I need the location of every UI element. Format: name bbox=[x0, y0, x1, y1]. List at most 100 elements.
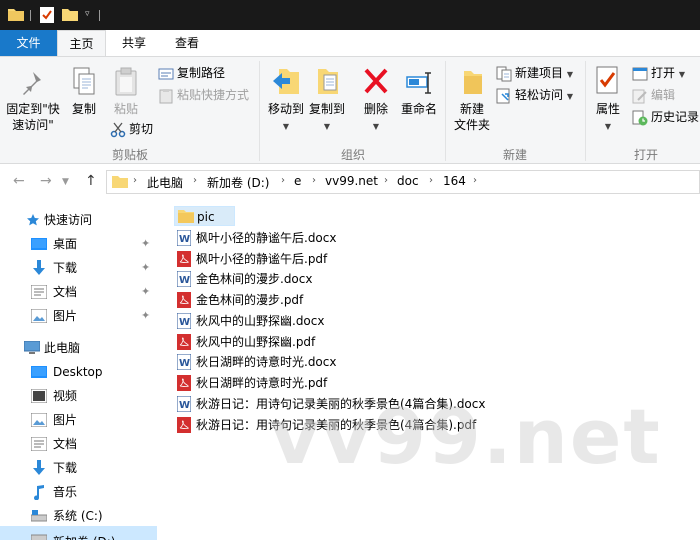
desktop-icon bbox=[31, 366, 47, 378]
breadcrumb-doc[interactable]: doc bbox=[397, 174, 419, 188]
history-button[interactable]: 历史记录 bbox=[632, 107, 699, 127]
file-name: 枫叶小径的静谧午后.pdf bbox=[196, 252, 328, 266]
drive-icon bbox=[31, 534, 47, 540]
nav-item-pictures[interactable]: 图片 ✦ bbox=[31, 305, 157, 327]
pin-icon[interactable]: ✦ bbox=[141, 257, 150, 279]
breadcrumb-chevron-icon[interactable]: › bbox=[312, 175, 316, 186]
ribbon-tabs: 文件 主页 共享 查看 bbox=[0, 30, 700, 57]
ribbon-home: 固定到"快速访问" 复制 粘贴 复制路径 粘贴快捷方式 剪切 剪贴板 移动到 ▼ bbox=[0, 56, 700, 164]
breadcrumb-this-pc[interactable]: 此电脑 bbox=[147, 174, 183, 191]
copy-to-label: 复制到 bbox=[308, 102, 345, 116]
new-folder-button[interactable]: 新建 文件夹 bbox=[450, 65, 494, 133]
toolbar-separator bbox=[30, 10, 31, 21]
breadcrumb-chevron-icon[interactable]: › bbox=[133, 175, 137, 186]
cut-button[interactable]: 剪切 bbox=[110, 119, 153, 139]
properties-label: 属性 bbox=[595, 102, 620, 116]
new-item-label: 新建项目 bbox=[515, 66, 564, 80]
chevron-down-icon: ▼ bbox=[678, 70, 685, 79]
open-button[interactable]: 打开 ▼ bbox=[632, 63, 685, 83]
nav-item-label: 下载 bbox=[53, 261, 78, 275]
easy-access-button[interactable]: 轻松访问 ▼ bbox=[496, 85, 573, 105]
back-arrow-icon[interactable]: ← bbox=[13, 173, 25, 189]
move-to-icon bbox=[273, 69, 299, 94]
ribbon-group-separator bbox=[585, 61, 586, 161]
properties-icon bbox=[596, 66, 618, 94]
copy-label: 复制 bbox=[71, 102, 96, 116]
file-name: 秋日湖畔的诗意时光.docx bbox=[196, 355, 337, 369]
rename-label: 重命名 bbox=[400, 102, 437, 116]
nav-item-downloads[interactable]: 下载 ✦ bbox=[31, 257, 157, 279]
breadcrumb-164[interactable]: 164 bbox=[443, 174, 466, 188]
documents-icon bbox=[31, 285, 47, 299]
nav-item-desktop[interactable]: 桌面 ✦ bbox=[31, 233, 157, 255]
breadcrumb-drive-d[interactable]: 新加卷 (D:) bbox=[207, 174, 269, 191]
word-document-icon: W bbox=[177, 354, 191, 370]
system-drive-icon bbox=[31, 510, 47, 522]
breadcrumb-vv99[interactable]: vv99.net bbox=[325, 174, 378, 188]
navigation-bar: ← → ▼ ↑ › 此电脑 › 新加卷 (D:) › e › vv99.net … bbox=[0, 165, 700, 199]
up-arrow-icon[interactable]: ↑ bbox=[85, 173, 97, 189]
nav-item-label: 系统 (C:) bbox=[53, 509, 103, 523]
pin-quick-access-label: 固定到"快速访问" bbox=[6, 102, 60, 132]
nav-item-documents[interactable]: 文档 ✦ bbox=[31, 281, 157, 303]
paste-shortcut-button[interactable]: 粘贴快捷方式 bbox=[158, 85, 249, 105]
copy-to-button[interactable]: 复制到 ▼ bbox=[307, 65, 347, 135]
folder-icon bbox=[178, 210, 194, 223]
clipboard-group-label: 剪贴板 bbox=[111, 148, 148, 162]
new-folder-icon[interactable] bbox=[62, 7, 78, 24]
rename-button[interactable]: 重命名 bbox=[398, 65, 440, 117]
edit-label: 编辑 bbox=[651, 88, 676, 102]
toolbar-separator bbox=[99, 10, 100, 21]
nav-item-label: 音乐 bbox=[53, 485, 78, 499]
copy-path-label: 复制路径 bbox=[177, 66, 226, 80]
paste-icon bbox=[115, 67, 137, 96]
svg-text:W: W bbox=[179, 275, 190, 286]
new-item-button[interactable]: 新建项目 ▼ bbox=[496, 63, 573, 83]
paste-button[interactable]: 粘贴 bbox=[110, 67, 142, 117]
list-item-folder[interactable]: pic bbox=[174, 206, 235, 226]
breadcrumb-chevron-icon[interactable]: › bbox=[473, 175, 477, 186]
properties-check-icon[interactable] bbox=[40, 7, 54, 26]
nav-item-label: 视频 bbox=[53, 389, 78, 403]
nav-quick-access-label: 快速访问 bbox=[44, 213, 93, 227]
copy-button[interactable]: 复制 bbox=[68, 67, 100, 117]
breadcrumb-chevron-icon[interactable]: › bbox=[429, 175, 433, 186]
pin-icon[interactable]: ✦ bbox=[141, 233, 150, 255]
folder-icon[interactable] bbox=[8, 7, 24, 24]
svg-text:W: W bbox=[179, 358, 190, 369]
breadcrumb-chevron-icon[interactable]: › bbox=[281, 175, 285, 186]
forward-arrow-icon[interactable]: → bbox=[40, 173, 52, 189]
tab-share[interactable]: 共享 bbox=[110, 30, 158, 56]
svg-text:W: W bbox=[179, 400, 190, 411]
word-document-icon: W bbox=[177, 396, 191, 412]
breadcrumb-chevron-icon[interactable]: › bbox=[384, 175, 388, 186]
file-name: 金色林间的漫步.pdf bbox=[196, 293, 304, 307]
nav-item-label: 文档 bbox=[53, 285, 78, 299]
tab-view[interactable]: 查看 bbox=[163, 30, 211, 56]
customize-dropdown-icon[interactable]: ▿ bbox=[85, 9, 90, 19]
chevron-down-icon: ▼ bbox=[566, 92, 573, 101]
cut-label: 剪切 bbox=[129, 122, 154, 136]
svg-text:W: W bbox=[179, 234, 190, 245]
pin-icon[interactable]: ✦ bbox=[141, 305, 150, 327]
file-name: 秋日湖畔的诗意时光.pdf bbox=[196, 376, 328, 390]
pin-quick-access-button[interactable]: 固定到"快速访问" bbox=[4, 69, 62, 133]
pdf-icon bbox=[177, 417, 191, 433]
delete-button[interactable]: 删除 ▼ bbox=[360, 65, 392, 135]
breadcrumb-e[interactable]: e bbox=[294, 174, 301, 188]
properties-button[interactable]: 属性 ▼ bbox=[590, 65, 626, 135]
pin-icon[interactable]: ✦ bbox=[141, 281, 150, 303]
copy-path-button[interactable]: 复制路径 bbox=[158, 63, 225, 83]
nav-item-label: 下载 bbox=[53, 461, 78, 475]
edit-button[interactable]: 编辑 bbox=[632, 85, 675, 105]
tab-home[interactable]: 主页 bbox=[57, 30, 106, 57]
pin-icon bbox=[23, 72, 41, 95]
tab-file[interactable]: 文件 bbox=[0, 30, 57, 56]
breadcrumb-chevron-icon[interactable]: › bbox=[193, 175, 197, 186]
address-bar[interactable]: › 此电脑 › 新加卷 (D:) › e › vv99.net › doc › … bbox=[106, 170, 700, 194]
ribbon-group-separator bbox=[445, 61, 446, 161]
recent-locations-chevron-icon[interactable]: ▼ bbox=[62, 177, 69, 187]
word-document-icon: W bbox=[177, 230, 191, 246]
move-to-button[interactable]: 移动到 ▼ bbox=[264, 65, 308, 135]
documents-icon bbox=[31, 437, 47, 451]
